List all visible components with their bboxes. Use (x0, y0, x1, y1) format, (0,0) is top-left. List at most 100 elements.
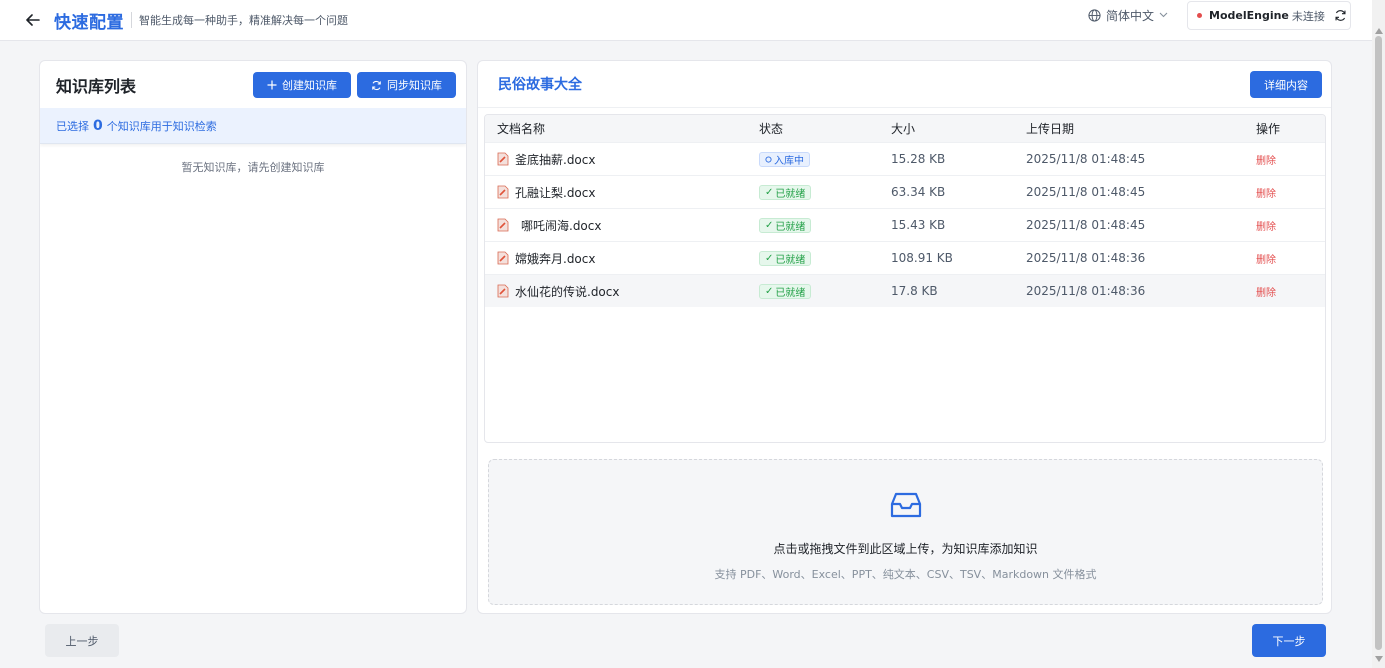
connection-name: ModelEngine (1209, 9, 1289, 22)
delete-link[interactable]: 删除 (1256, 284, 1276, 299)
kb-detail-header: 民俗故事大全 详细内容 (478, 61, 1331, 108)
scroll-up-arrow-icon[interactable] (1375, 28, 1383, 34)
selection-count: 0 (93, 117, 103, 134)
check-icon: ✓ (765, 285, 774, 297)
page-scrollbar[interactable] (1372, 0, 1385, 668)
status-dot-icon (1197, 13, 1202, 18)
page-title: 快速配置 (54, 12, 124, 33)
refresh-icon[interactable] (1334, 9, 1348, 23)
column-header-status: 状态 (759, 122, 784, 136)
scroll-down-arrow-icon[interactable] (1375, 656, 1383, 662)
doc-date: 2025/11/8 01:48:45 (1026, 218, 1146, 232)
column-header-actions: 操作 (1256, 122, 1281, 136)
table-row: 哪吒闹海.docx ✓ 已就绪 15.43 KB 2025/11/8 01:48… (485, 208, 1325, 241)
delete-link[interactable]: 删除 (1256, 251, 1276, 266)
column-header-size: 大小 (891, 122, 916, 136)
column-header-date: 上传日期 (1026, 122, 1075, 136)
create-kb-button[interactable]: 创建知识库 (253, 72, 351, 98)
connection-state: 未连接 (1291, 9, 1325, 23)
kb-list-header: 知识库列表 创建知识库 同步知识库 (40, 61, 466, 108)
plus-icon (267, 80, 277, 90)
doc-size: 15.28 KB (891, 152, 946, 166)
chevron-down-icon (1159, 12, 1168, 18)
doc-name-cell: 水仙花的传说.docx (497, 283, 619, 300)
doc-file-icon (497, 251, 509, 265)
table-row: 孔融让梨.docx ✓ 已就绪 63.34 KB 2025/11/8 01:48… (485, 175, 1325, 208)
status-badge: 入库中 (759, 151, 810, 167)
delete-link[interactable]: 删除 (1256, 218, 1276, 233)
doc-file-icon (497, 284, 509, 298)
status-cell: ✓ 已就绪 (759, 250, 812, 266)
check-icon: ✓ (765, 186, 774, 198)
doc-date: 2025/11/8 01:48:36 (1026, 284, 1146, 298)
knowledge-base-list-panel: 知识库列表 创建知识库 同步知识库 已选择 0 个知识库用于知识检索 暂无知识库… (39, 60, 467, 614)
back-arrow-icon[interactable] (22, 9, 44, 31)
upload-formats: 支持 PDF、Word、Excel、PPT、纯文本、CSV、TSV、Markdo… (714, 568, 1097, 581)
inbox-icon (890, 492, 922, 518)
doc-name: 哪吒闹海.docx (521, 218, 602, 233)
globe-icon (1088, 8, 1101, 22)
doc-name-cell: 嫦娥奔月.docx (497, 250, 595, 267)
language-selector[interactable]: 简体中文 (1088, 7, 1168, 23)
page-subtitle: 智能生成每一种助手，精准解决每一个问题 (139, 14, 348, 27)
details-button[interactable]: 详细内容 (1250, 71, 1322, 98)
sync-kb-button[interactable]: 同步知识库 (357, 72, 456, 98)
doc-date: 2025/11/8 01:48:45 (1026, 152, 1146, 166)
create-kb-label: 创建知识库 (282, 79, 337, 92)
status-cell: 入库中 (759, 151, 810, 167)
table-row: 嫦娥奔月.docx ✓ 已就绪 108.91 KB 2025/11/8 01:4… (485, 241, 1325, 274)
selection-summary: 已选择 0 个知识库用于知识检索 (40, 108, 466, 144)
doc-size: 63.34 KB (891, 185, 946, 199)
check-icon: ✓ (765, 252, 774, 264)
table-row: 釜底抽薪.docx 入库中 15.28 KB 2025/11/8 01:48:4… (485, 142, 1325, 175)
kb-name-title: 民俗故事大全 (498, 77, 582, 93)
status-text: 入库中 (774, 155, 804, 167)
status-text: 已就绪 (775, 221, 806, 233)
top-bar: 快速配置 智能生成每一种助手，精准解决每一个问题 简体中文 ModelEngin… (0, 0, 1372, 41)
status-badge: ✓ 已就绪 (759, 184, 812, 200)
document-table: 文档名称 状态 大小 上传日期 操作 釜底抽薪.docx 入库中 15.28 K… (484, 114, 1326, 443)
status-badge: ✓ 已就绪 (759, 250, 812, 266)
doc-name: 水仙花的传说.docx (515, 284, 620, 299)
doc-size: 17.8 KB (891, 284, 938, 298)
empty-kb-message: 暂无知识库，请先创建知识库 (181, 161, 325, 174)
doc-name-cell: 孔融让梨.docx (497, 184, 595, 201)
status-text: 已就绪 (775, 188, 806, 200)
table-header: 文档名称 状态 大小 上传日期 操作 (485, 115, 1325, 142)
previous-step-button[interactable]: 上一步 (45, 624, 119, 657)
status-cell: ✓ 已就绪 (759, 283, 812, 299)
doc-file-icon (497, 152, 509, 166)
column-header-name: 文档名称 (497, 122, 546, 136)
kb-list-title: 知识库列表 (56, 76, 137, 96)
delete-link[interactable]: 删除 (1256, 185, 1276, 200)
loading-icon (765, 155, 772, 163)
delete-link[interactable]: 删除 (1256, 152, 1276, 167)
status-cell: ✓ 已就绪 (759, 184, 812, 200)
details-label: 详细内容 (1264, 78, 1308, 92)
language-label: 简体中文 (1106, 8, 1155, 23)
scrollbar-thumb[interactable] (1375, 36, 1382, 650)
doc-name: 孔融让梨.docx (515, 185, 596, 200)
doc-name-cell: 哪吒闹海.docx (497, 217, 601, 234)
sync-kb-label: 同步知识库 (387, 79, 442, 92)
doc-size: 108.91 KB (891, 251, 953, 265)
next-step-button[interactable]: 下一步 (1252, 624, 1326, 657)
doc-date: 2025/11/8 01:48:45 (1026, 185, 1146, 199)
doc-file-icon (497, 185, 509, 199)
title-divider (131, 12, 132, 28)
connection-status: ModelEngine 未连接 (1187, 1, 1351, 30)
status-cell: ✓ 已就绪 (759, 217, 812, 233)
kb-detail-panel: 民俗故事大全 详细内容 文档名称 状态 大小 上传日期 操作 釜底抽薪.docx… (477, 60, 1332, 614)
doc-date: 2025/11/8 01:48:36 (1026, 251, 1146, 265)
doc-name: 釜底抽薪.docx (515, 152, 596, 167)
sync-icon (372, 80, 381, 90)
upload-dropzone[interactable]: 点击或拖拽文件到此区域上传，为知识库添加知识 支持 PDF、Word、Excel… (488, 459, 1323, 605)
status-text: 已就绪 (775, 287, 806, 299)
table-row: 水仙花的传说.docx ✓ 已就绪 17.8 KB 2025/11/8 01:4… (485, 274, 1325, 307)
status-text: 已就绪 (775, 254, 806, 266)
selection-suffix: 个知识库用于知识检索 (106, 119, 217, 133)
doc-file-icon (497, 218, 509, 232)
upload-instruction: 点击或拖拽文件到此区域上传，为知识库添加知识 (773, 542, 1038, 556)
doc-size: 15.43 KB (891, 218, 946, 232)
doc-name: 嫦娥奔月.docx (515, 251, 596, 266)
